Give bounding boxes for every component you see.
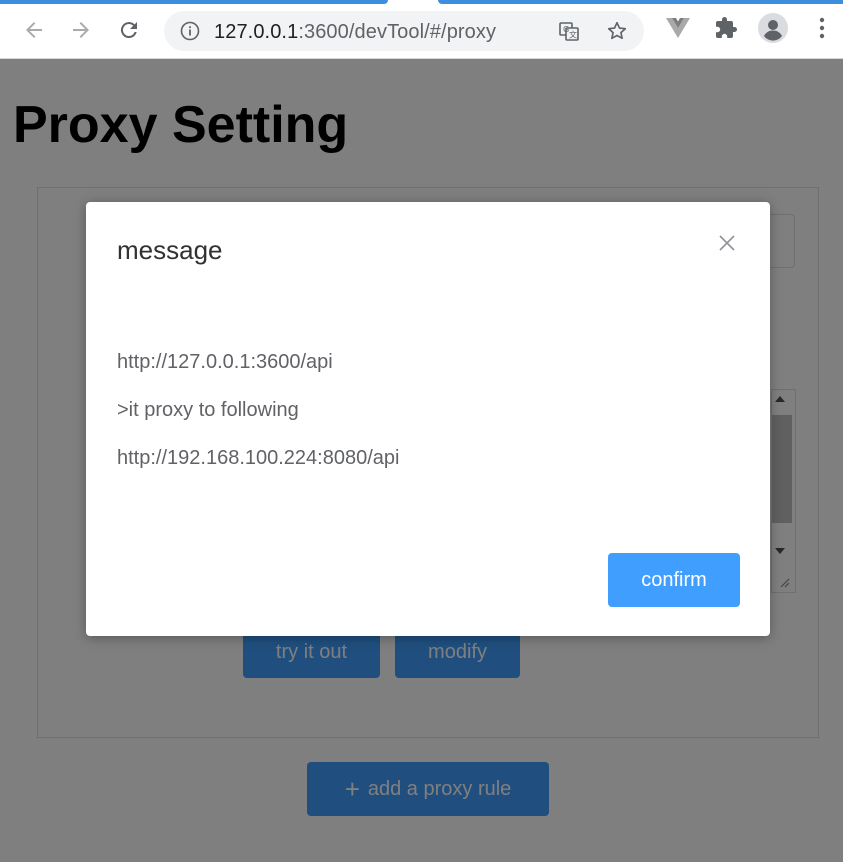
close-icon bbox=[718, 234, 736, 257]
url-text[interactable]: 127.0.0.1:3600/devTool/#/proxy bbox=[214, 21, 496, 44]
url-path: :3600/devTool/#/proxy bbox=[298, 21, 497, 43]
address-bar[interactable]: 127.0.0.1:3600/devTool/#/proxy G文 bbox=[164, 11, 644, 51]
reload-icon bbox=[117, 18, 141, 47]
message-dialog: message http://127.0.0.1:3600/api >it pr… bbox=[86, 202, 770, 636]
dialog-title: message bbox=[117, 235, 223, 265]
back-button[interactable] bbox=[16, 14, 52, 50]
svg-text:文: 文 bbox=[569, 30, 577, 40]
vue-devtools-icon bbox=[665, 16, 691, 45]
message-source-url: http://127.0.0.1:3600/api bbox=[117, 351, 333, 373]
forward-button[interactable] bbox=[63, 14, 99, 50]
site-info-icon[interactable] bbox=[179, 20, 201, 42]
extensions-icon bbox=[714, 16, 738, 45]
message-proxy-text: >it proxy to following bbox=[117, 399, 299, 421]
back-icon bbox=[22, 18, 46, 47]
close-button[interactable] bbox=[715, 233, 739, 257]
bookmark-star-icon[interactable] bbox=[606, 20, 628, 42]
tab-strip-left bbox=[0, 0, 388, 4]
reload-button[interactable] bbox=[111, 14, 147, 50]
menu-icon bbox=[819, 17, 825, 44]
forward-icon bbox=[69, 18, 93, 47]
url-host: 127.0.0.1 bbox=[214, 21, 299, 43]
vue-devtools-button[interactable] bbox=[662, 14, 694, 46]
profile-icon bbox=[758, 12, 788, 48]
browser-menu-button[interactable] bbox=[806, 14, 838, 46]
browser-toolbar: 127.0.0.1:3600/devTool/#/proxy G文 bbox=[0, 0, 843, 59]
translate-icon[interactable]: G文 bbox=[558, 20, 580, 42]
profile-button[interactable] bbox=[757, 12, 789, 48]
confirm-button[interactable]: confirm bbox=[608, 553, 740, 607]
extensions-button[interactable] bbox=[710, 14, 742, 46]
message-target-url: http://192.168.100.224:8080/api bbox=[117, 447, 400, 469]
tab-strip-right bbox=[438, 0, 843, 4]
